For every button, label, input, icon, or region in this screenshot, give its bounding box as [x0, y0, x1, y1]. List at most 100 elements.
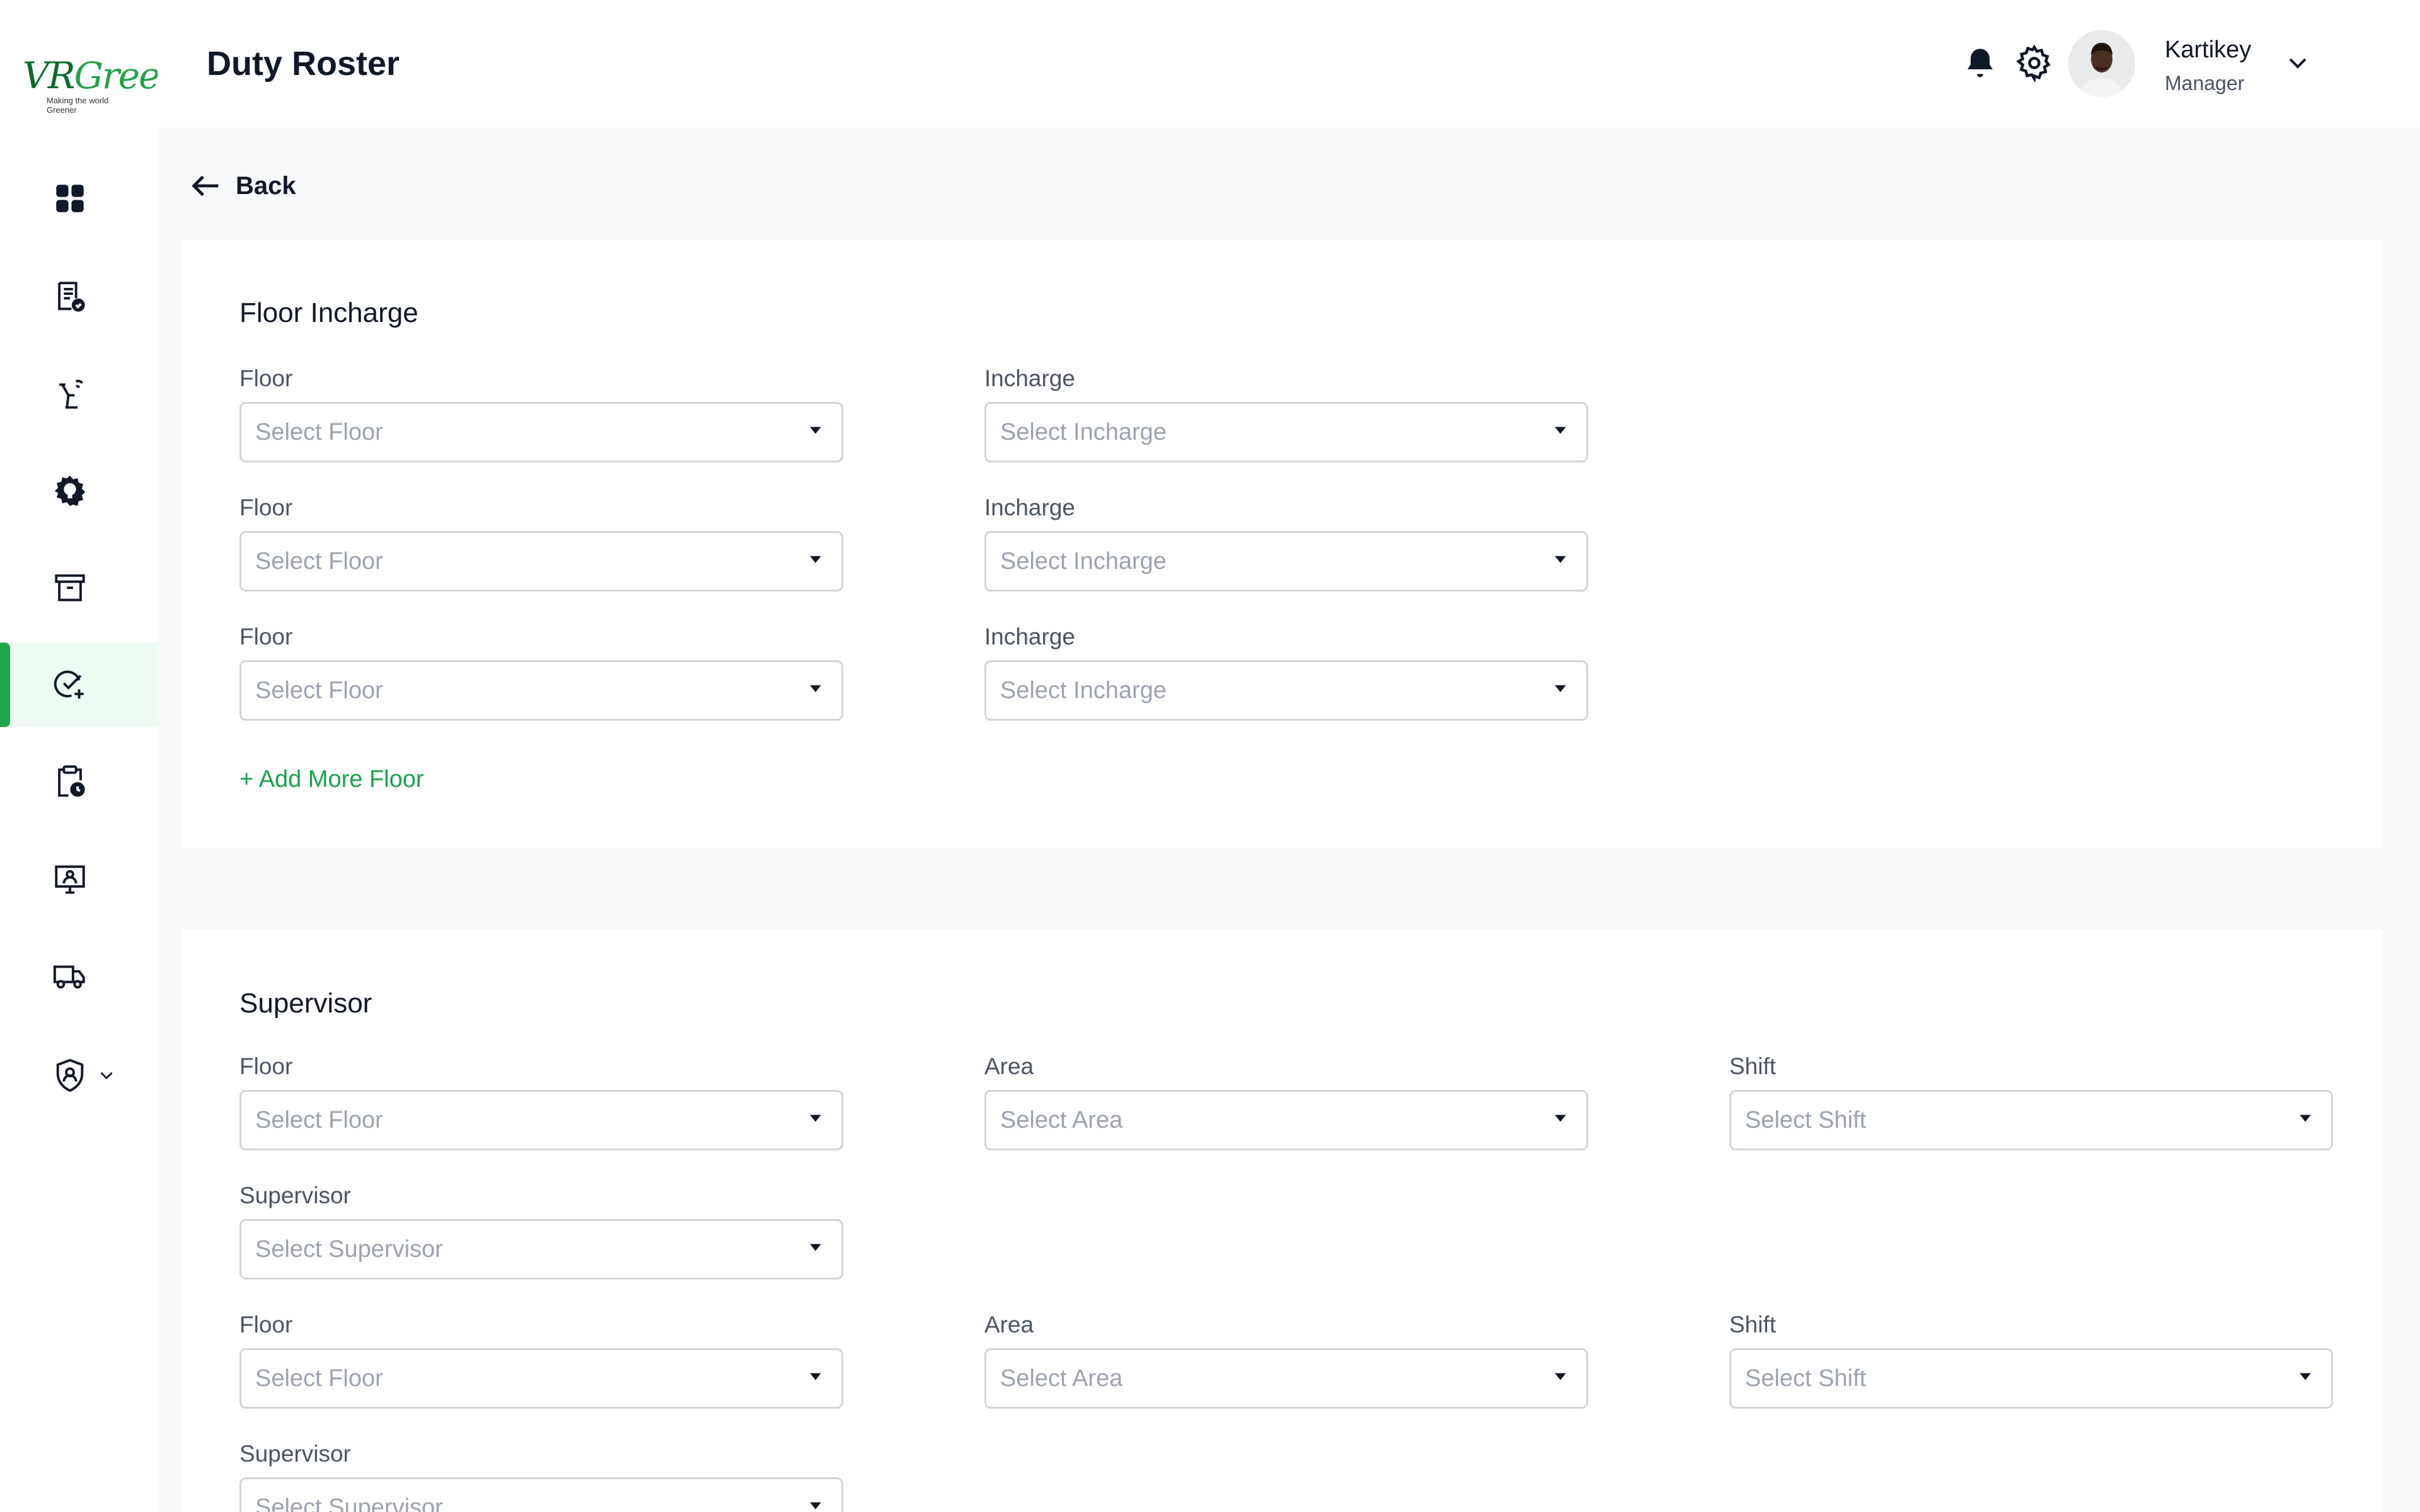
floor-select-placeholder: Select Floor — [255, 1365, 383, 1392]
sidebar-item-security[interactable] — [0, 1033, 158, 1118]
floor-select-placeholder: Select Floor — [255, 547, 383, 575]
shift-select-placeholder: Select Shift — [1745, 1365, 1867, 1392]
floor-label: Floor — [239, 365, 293, 391]
chevron-down-icon[interactable] — [96, 1065, 117, 1086]
caret-down-icon — [810, 685, 821, 692]
sidebar-item-archive[interactable] — [0, 546, 158, 630]
floor-label: Floor — [239, 495, 293, 520]
logo-brand-a: VR — [23, 54, 76, 97]
supervisor-card: Supervisor Floor Select Floor Area Selec… — [182, 930, 2382, 1512]
caret-down-icon — [1555, 427, 1566, 434]
back-label: Back — [236, 171, 296, 200]
incharge-select-placeholder: Select Incharge — [1000, 547, 1167, 575]
caret-down-icon — [1555, 685, 1566, 692]
incharge-select[interactable]: Select Incharge — [984, 531, 1588, 592]
logo: VRGreen Making the world Greener — [23, 54, 183, 115]
floor-select-placeholder: Select Floor — [255, 677, 383, 704]
area-label: Area — [984, 1312, 1034, 1337]
sidebar-item-duty-roster[interactable] — [0, 643, 158, 727]
incharge-select[interactable]: Select Incharge — [984, 402, 1588, 462]
check-add-icon — [54, 670, 84, 699]
supervisor-select-placeholder: Select Supervisor — [255, 1494, 443, 1512]
caret-down-icon — [810, 556, 821, 563]
sidebar-item-cleaning[interactable] — [0, 352, 158, 436]
floor-select[interactable]: Select Floor — [239, 402, 843, 462]
logo-tagline: Making the world Greener — [47, 96, 109, 115]
avatar-image — [2068, 30, 2135, 97]
caret-down-icon — [810, 1114, 821, 1122]
floor-label: Floor — [239, 1053, 293, 1079]
sidebar-item-maintenance[interactable] — [0, 449, 158, 533]
add-more-floor-link[interactable]: + Add More Floor — [239, 766, 424, 793]
header: Duty Roster Kartikey Manager — [158, 0, 2420, 127]
truck-icon — [53, 965, 85, 989]
supervisor-select-placeholder: Select Supervisor — [255, 1235, 443, 1263]
app: VRGreen Making the world Greener Duty Ro… — [0, 0, 2420, 1512]
sidebar: VRGreen Making the world Greener — [0, 0, 183, 1512]
shift-label: Shift — [1729, 1053, 1777, 1079]
area-select-placeholder: Select Area — [1000, 1365, 1123, 1392]
caret-down-icon — [1555, 1114, 1566, 1122]
floor-incharge-title: Floor Incharge — [239, 297, 418, 328]
archive-icon — [55, 574, 85, 602]
incharge-label: Incharge — [984, 624, 1075, 650]
caret-down-icon — [2300, 1373, 2311, 1380]
sidebar-item-tasks[interactable] — [0, 255, 158, 339]
main-content: Back Floor Incharge Floor Select Floor I… — [158, 127, 2420, 1512]
cleaning-icon — [59, 379, 83, 409]
settings-bulb-icon — [54, 475, 86, 507]
shift-select[interactable]: Select Shift — [1729, 1348, 2333, 1409]
area-select-placeholder: Select Area — [1000, 1106, 1123, 1133]
caret-down-icon — [1555, 556, 1566, 563]
floor-incharge-card: Floor Incharge Floor Select Floor Inchar… — [182, 239, 2382, 848]
area-select[interactable]: Select Area — [984, 1090, 1588, 1150]
shift-select-placeholder: Select Shift — [1745, 1106, 1867, 1133]
caret-down-icon — [2300, 1114, 2311, 1122]
incharge-select[interactable]: Select Incharge — [984, 660, 1588, 721]
caret-down-icon — [810, 1244, 821, 1251]
supervisor-label: Supervisor — [239, 1441, 351, 1467]
shield-user-icon — [56, 1058, 84, 1092]
floor-select[interactable]: Select Floor — [239, 660, 843, 721]
caret-down-icon — [810, 1373, 821, 1380]
user-name[interactable]: Kartikey — [2165, 37, 2251, 64]
floor-label: Floor — [239, 624, 293, 650]
dashboard-icon — [56, 185, 84, 212]
sidebar-item-dashboard[interactable] — [0, 156, 158, 241]
chevron-down-icon[interactable] — [2283, 48, 2313, 78]
floor-select[interactable]: Select Floor — [239, 1090, 843, 1150]
sidebar-item-attendance[interactable] — [0, 740, 158, 824]
bell-icon[interactable] — [1961, 44, 1999, 82]
floor-label: Floor — [239, 1312, 293, 1337]
supervisor-select[interactable]: Select Supervisor — [239, 1219, 843, 1280]
incharge-select-placeholder: Select Incharge — [1000, 677, 1167, 704]
shift-select[interactable]: Select Shift — [1729, 1090, 2333, 1150]
supervisor-select[interactable]: Select Supervisor — [239, 1477, 843, 1512]
incharge-select-placeholder: Select Incharge — [1000, 418, 1167, 445]
area-label: Area — [984, 1053, 1034, 1079]
supervisor-title: Supervisor — [239, 988, 372, 1019]
shift-label: Shift — [1729, 1312, 1777, 1337]
supervisor-label: Supervisor — [239, 1183, 351, 1208]
floor-select[interactable]: Select Floor — [239, 531, 843, 592]
gear-icon[interactable] — [2015, 44, 2053, 82]
caret-down-icon — [810, 427, 821, 434]
tasks-icon — [58, 282, 85, 312]
clipboard-clock-icon — [58, 765, 85, 797]
sidebar-item-transport[interactable] — [0, 934, 158, 1018]
avatar[interactable] — [2068, 30, 2135, 97]
floor-select[interactable]: Select Floor — [239, 1348, 843, 1409]
sidebar-item-monitor[interactable] — [0, 837, 158, 921]
caret-down-icon — [1555, 1373, 1566, 1380]
caret-down-icon — [810, 1502, 821, 1509]
back-button[interactable]: Back — [188, 168, 296, 204]
floor-select-placeholder: Select Floor — [255, 418, 383, 445]
area-select[interactable]: Select Area — [984, 1348, 1588, 1409]
user-role: Manager — [2165, 72, 2245, 94]
incharge-label: Incharge — [984, 365, 1075, 391]
floor-select-placeholder: Select Floor — [255, 1106, 383, 1133]
monitor-user-icon — [55, 865, 85, 894]
arrow-left-icon — [192, 175, 219, 197]
page-title: Duty Roster — [207, 45, 400, 83]
incharge-label: Incharge — [984, 495, 1075, 520]
